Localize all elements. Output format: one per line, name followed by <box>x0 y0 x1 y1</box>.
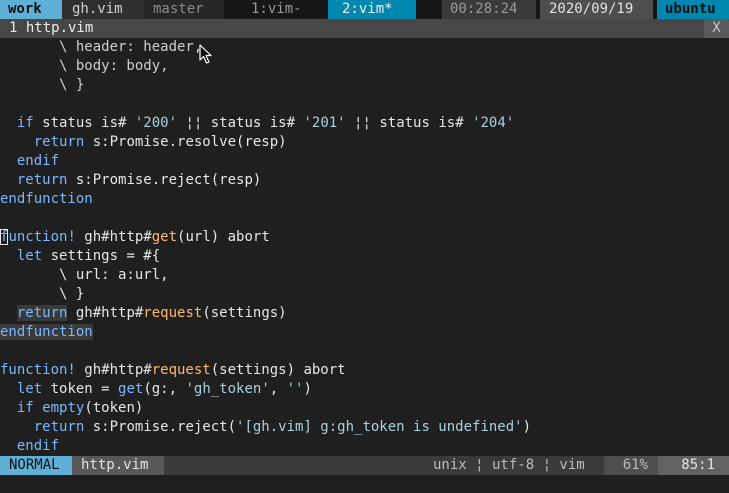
code-line: \ header: header, <box>0 39 203 55</box>
code-line: function! gh#http#request(settings) abor… <box>0 362 346 378</box>
tab-http-vim[interactable]: 1 http.vim <box>0 19 93 38</box>
tmux-window-1[interactable]: 1:vim- <box>224 0 328 19</box>
tmux-file: gh.vim <box>62 0 144 19</box>
code-line: endif <box>16 438 60 454</box>
editor-buffer[interactable]: \ header: header, \ body: body, \ } if s… <box>0 38 729 456</box>
tmux-date: 2020/09/19 <box>540 0 653 19</box>
vim-statusline: NORMAL http.vim unix ¦ utf-8 ¦ vim 61% 8… <box>0 456 729 475</box>
code-line: \ } <box>0 286 85 302</box>
code-line-match-end: endfunction <box>0 324 93 340</box>
status-filename: http.vim <box>72 456 164 475</box>
tmux-time: 00:28:24 <box>442 0 536 19</box>
status-percent: 61% <box>604 456 658 475</box>
code-line: endfunction <box>0 191 93 207</box>
code-line: endif <box>16 153 60 169</box>
code-line: return s:Promise.resolve(resp) <box>33 134 287 150</box>
code-line: \ } <box>0 77 85 93</box>
status-fileinfo: unix ¦ utf-8 ¦ vim <box>433 457 585 473</box>
command-line[interactable] <box>0 475 729 493</box>
close-tab-button[interactable]: X <box>704 19 729 38</box>
tmux-branch: master <box>144 0 224 19</box>
tmux-status-bar: work gh.vim master 1:vim- 2:vim* 00:28:2… <box>0 0 729 19</box>
mode-indicator: NORMAL <box>0 456 72 475</box>
code-line-match-return: return gh#http#request(settings) <box>16 305 287 321</box>
tmux-session: work <box>0 0 62 19</box>
code-line: return s:Promise.reject(resp) <box>16 172 262 188</box>
tmux-window-2[interactable]: 2:vim* <box>328 0 416 19</box>
code-line: return s:Promise.reject('[gh.vim] g:gh_t… <box>33 419 532 435</box>
tmux-host: ubuntu <box>657 0 729 19</box>
code-line: \ url: a:url, <box>0 267 169 283</box>
code-line: if empty(token) <box>16 400 144 416</box>
status-position: 85:1 <box>658 456 729 475</box>
mouse-pointer-icon <box>199 44 212 64</box>
code-line: \ body: body, <box>0 58 169 74</box>
code-line: if status is# '200' ¦¦ status is# '201' … <box>16 115 515 131</box>
vim-tabline: 1 http.vim X <box>0 19 729 38</box>
code-line: let token = get(g:, 'gh_token', '') <box>16 381 312 397</box>
code-line: let settings = #{ <box>16 248 161 264</box>
code-line-cursor: function! gh#http#get(url) abort <box>0 229 270 245</box>
